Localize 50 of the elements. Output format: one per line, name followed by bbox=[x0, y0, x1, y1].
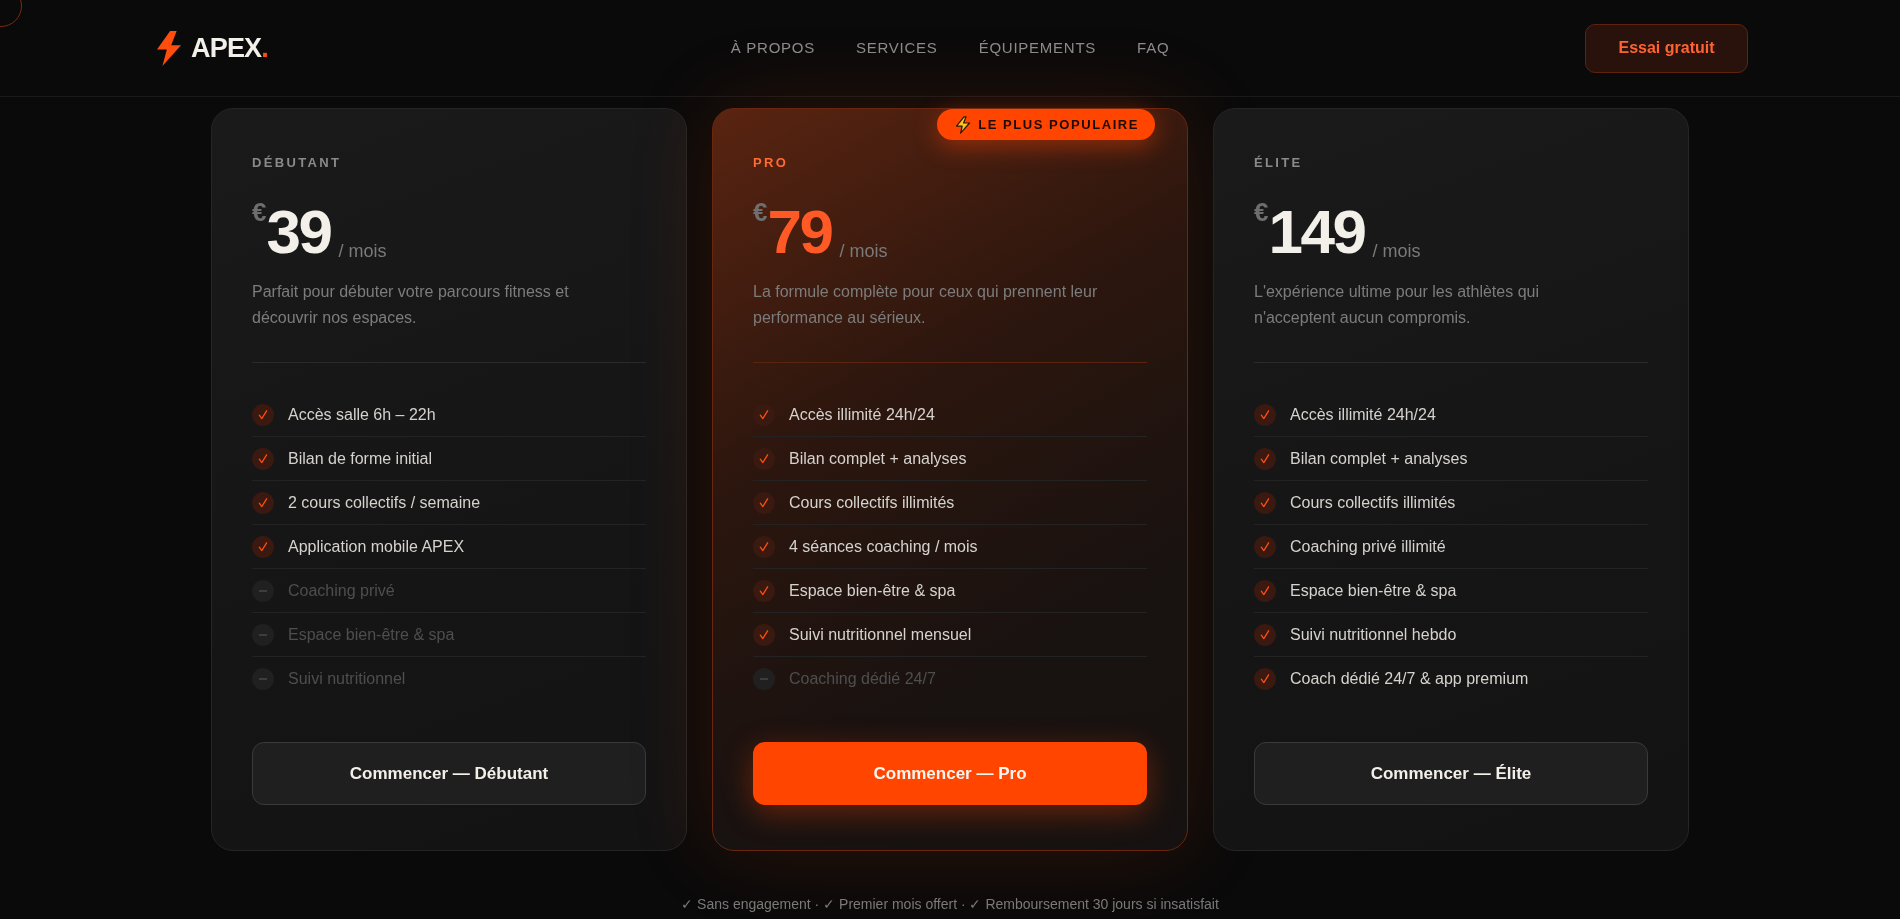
price-period: / mois bbox=[1372, 242, 1421, 260]
feature-label: Suivi nutritionnel bbox=[288, 669, 406, 689]
plan-name: DÉBUTANT bbox=[252, 155, 343, 171]
free-trial-button[interactable]: Essai gratuit bbox=[1585, 23, 1748, 73]
start-plan-button[interactable]: Commencer — Débutant bbox=[252, 742, 646, 805]
badge-label: LE PLUS POPULAIRE bbox=[978, 115, 1139, 134]
brand-name: APEX. bbox=[191, 31, 268, 65]
start-plan-button[interactable]: Commencer — Pro bbox=[753, 742, 1147, 805]
plan-description: Parfait pour débuter votre parcours fitness et découvrir nos espaces. bbox=[252, 282, 570, 328]
feature-label: Accès illimité 24h/24 bbox=[1290, 404, 1436, 425]
feature-label: Coaching dédié 24/7 bbox=[789, 669, 936, 689]
lightning-bolt-icon bbox=[155, 30, 183, 66]
nav-link[interactable]: ÉQUIPEMENTS bbox=[978, 36, 1097, 60]
feature-label: Suivi nutritionnel hebdo bbox=[1290, 624, 1457, 645]
nav-link[interactable]: FAQ bbox=[1137, 36, 1170, 60]
currency-symbol: € bbox=[252, 199, 267, 225]
nav-link[interactable]: À PROPOS bbox=[730, 36, 816, 60]
price-amount: 79 bbox=[767, 201, 832, 263]
currency-symbol: € bbox=[1254, 199, 1269, 225]
feature-label: Bilan complet + analyses bbox=[1290, 448, 1468, 469]
feature-label: Cours collectifs illimités bbox=[789, 492, 955, 513]
feature-label: Suivi nutritionnel mensuel bbox=[789, 624, 972, 645]
price-amount: 39 bbox=[266, 201, 331, 263]
feature-label: Accès illimité 24h/24 bbox=[789, 404, 935, 425]
nav-link[interactable]: SERVICES bbox=[856, 36, 938, 60]
feature-label: Espace bien-être & spa bbox=[288, 624, 455, 645]
plan-description: La formule complète pour ceux qui prennent leur performance au sérieux. bbox=[753, 282, 1099, 328]
feature-label: Coaching privé illimité bbox=[1290, 536, 1446, 557]
feature-label: Accès salle 6h – 22h bbox=[288, 404, 436, 425]
feature-label: Espace bien-être & spa bbox=[1290, 580, 1457, 601]
feature-label: Espace bien-être & spa bbox=[789, 580, 956, 601]
feature-label: Coaching privé bbox=[288, 580, 395, 601]
feature-label: Cours collectifs illimités bbox=[1290, 492, 1456, 513]
plan-description: L'expérience ultime pour les athlètes qui n'acceptent aucun compromis. bbox=[1254, 282, 1540, 328]
feature-label: Bilan complet + analyses bbox=[789, 448, 967, 469]
plan-name: PRO bbox=[753, 155, 790, 171]
feature-label: 4 séances coaching / mois bbox=[789, 536, 978, 557]
start-plan-button[interactable]: Commencer — Élite bbox=[1254, 742, 1648, 805]
feature-label: 2 cours collectifs / semaine bbox=[288, 492, 481, 513]
feature-label: Application mobile APEX bbox=[288, 536, 465, 557]
feature-label: Coach dédié 24/7 & app premium bbox=[1290, 669, 1529, 689]
feature-label: Bilan de forme initial bbox=[288, 448, 433, 469]
guarantee-note: ✓ Sans engagement · ✓ Premier mois offert · ✓ Remboursement 30 jours si insatisfait bbox=[680, 895, 1220, 914]
cursor-ring-icon bbox=[0, 0, 23, 27]
currency-symbol: € bbox=[753, 199, 768, 225]
price-period: / mois bbox=[338, 242, 387, 260]
price-amount: 149 bbox=[1268, 201, 1365, 263]
plan-name: ÉLITE bbox=[1254, 155, 1304, 171]
lightning-icon bbox=[955, 115, 972, 134]
price-period: / mois bbox=[839, 242, 888, 260]
